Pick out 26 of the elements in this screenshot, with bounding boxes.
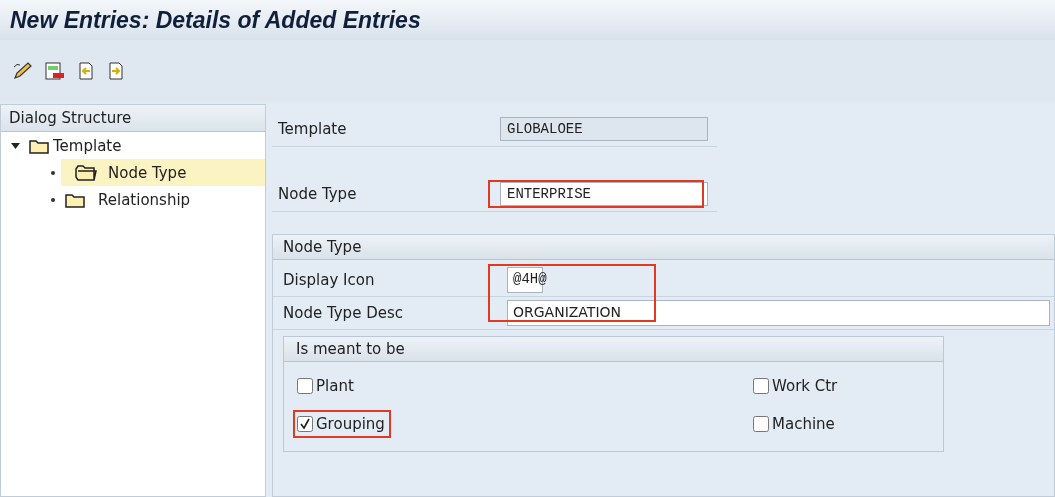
- field-label: Display Icon: [283, 271, 376, 289]
- folder-icon: [65, 191, 87, 208]
- input-field[interactable]: ENTERPRISE: [500, 182, 708, 206]
- checkbox-label: Grouping: [316, 415, 385, 433]
- caret-icon[interactable]: [11, 141, 20, 150]
- checkbox[interactable]: [753, 378, 769, 394]
- input-field[interactable]: ORGANIZATION: [507, 300, 1050, 326]
- checkbox-label: Plant: [316, 377, 354, 395]
- folder-icon: [75, 164, 97, 181]
- group-title: Node Type: [273, 235, 1054, 260]
- checkbox[interactable]: [297, 416, 313, 432]
- field-label: Template: [277, 120, 348, 138]
- field-label: Node Type: [277, 185, 358, 203]
- field-label: Node Type Desc: [283, 304, 404, 322]
- checkbox-label: Work Ctr: [772, 377, 838, 395]
- checkbox[interactable]: [297, 378, 313, 394]
- checkbox-label: Machine: [772, 415, 835, 433]
- window-title: New Entries: Details of Added Entries: [10, 6, 421, 34]
- group-title: Is meant to be: [284, 337, 943, 362]
- sidebar-title: Dialog Structure: [1, 105, 265, 132]
- checkbox[interactable]: [753, 416, 769, 432]
- tree-item[interactable]: Template: [1, 132, 265, 159]
- folder-icon: [29, 137, 49, 154]
- tree-item[interactable]: Relationship: [1, 186, 265, 213]
- bullet-icon: [51, 170, 55, 175]
- bullet-icon: [51, 197, 55, 202]
